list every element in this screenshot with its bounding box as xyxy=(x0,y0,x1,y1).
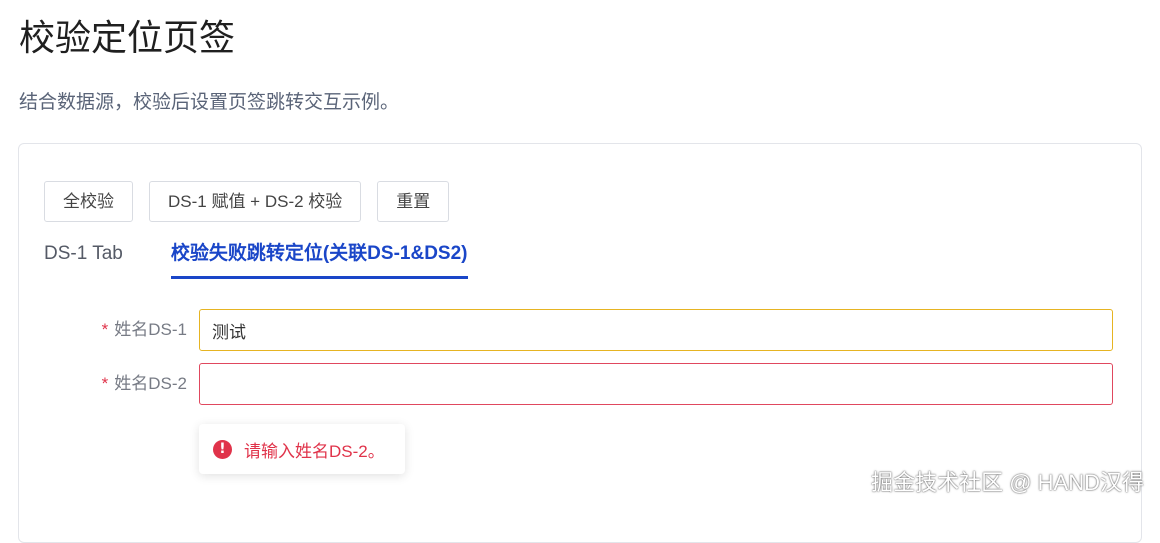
required-mark: * xyxy=(101,374,109,393)
form-row-ds2: * 姓名DS-2 xyxy=(19,363,1119,405)
exclamation-circle-icon: ! xyxy=(213,439,232,459)
page-description: 结合数据源，校验后设置页签跳转交互示例。 xyxy=(19,92,400,113)
required-mark: * xyxy=(101,320,109,339)
name-ds2-input[interactable] xyxy=(199,363,1113,405)
tab-ds1[interactable]: DS-1 Tab xyxy=(44,240,123,280)
validate-all-button[interactable]: 全校验 xyxy=(44,181,133,222)
error-message: 请输入姓名DS-2。 xyxy=(244,441,385,461)
field-label-ds1: * 姓名DS-1 xyxy=(102,309,187,351)
watermark: 掘金技术社区 @ HAND汉得 xyxy=(871,470,1144,495)
field-label-text: 姓名DS-2 xyxy=(114,374,187,393)
page-title: 校验定位页签 xyxy=(19,17,236,58)
assign-and-validate-button[interactable]: DS-1 赋值 + DS-2 校验 xyxy=(149,181,362,222)
reset-button[interactable]: 重置 xyxy=(377,181,450,222)
validation-error-popover: ! 请输入姓名DS-2。 xyxy=(199,424,405,474)
tab-validation-jump[interactable]: 校验失败跳转定位(关联DS-1&DS2) xyxy=(170,240,468,280)
field-label-text: 姓名DS-1 xyxy=(114,320,187,339)
form-row-ds1: * 姓名DS-1 xyxy=(19,309,1119,351)
toolbar: 全校验 DS-1 赋值 + DS-2 校验 重置 xyxy=(44,181,450,222)
name-ds1-input[interactable] xyxy=(199,309,1113,351)
field-label-ds2: * 姓名DS-2 xyxy=(102,363,187,405)
tab-bar: DS-1 Tab 校验失败跳转定位(关联DS-1&DS2) xyxy=(44,240,468,280)
